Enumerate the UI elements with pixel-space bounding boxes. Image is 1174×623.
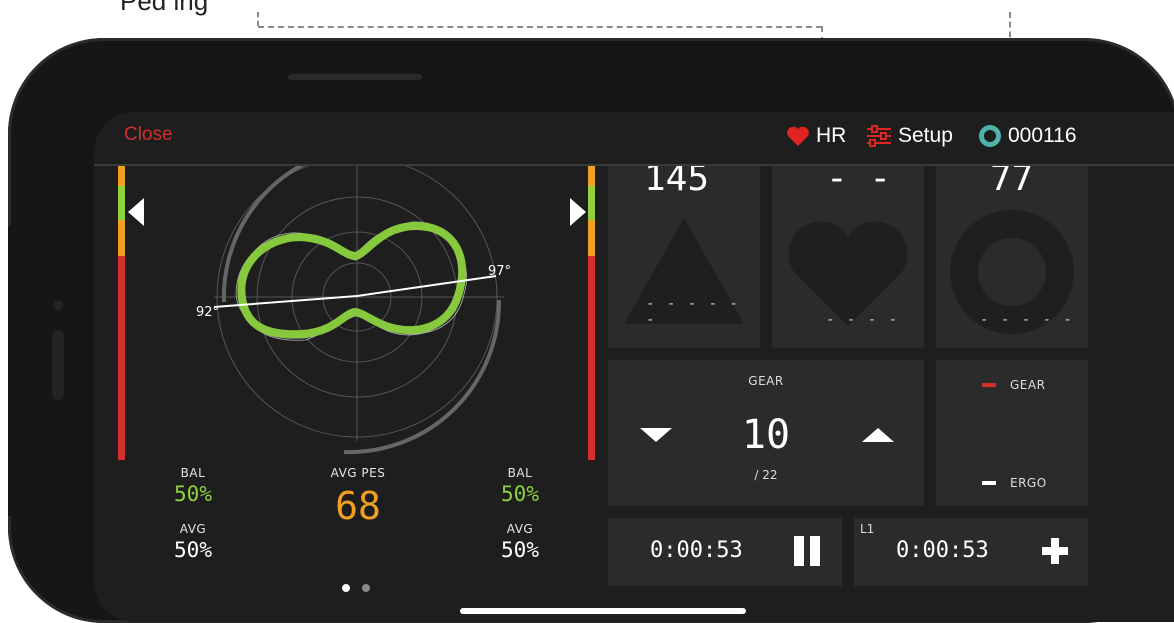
lap-label: L1: [860, 522, 875, 536]
power-dashes: - - - - - -: [646, 296, 740, 328]
elapsed-time: 0:00:53: [650, 538, 743, 563]
mode-ergo-row[interactable]: ERGO: [982, 476, 1047, 490]
lap-time: 0:00:53: [896, 538, 989, 563]
gear-tile: GEAR 10 / 22: [608, 360, 924, 506]
phone-camera: [53, 300, 63, 310]
pedaling-polar-chart: 92° 97°: [196, 166, 511, 455]
mode-gear-label: GEAR: [1010, 378, 1046, 392]
page-indicator-active[interactable]: [342, 584, 350, 592]
angle-right-label: 97°: [488, 264, 511, 279]
top-bar: Close HR Setup 000116: [94, 112, 1174, 166]
previous-arrow-icon[interactable]: [128, 198, 144, 226]
angle-left-label: 92°: [196, 305, 219, 320]
phone-speaker: [52, 330, 64, 400]
avg-pes-label: AVG PES: [330, 466, 386, 480]
left-avg-label: AVG: [179, 522, 207, 536]
mode-ergo-swatch: [982, 481, 996, 485]
ring-icon: [979, 125, 1001, 147]
hr-label: HR: [816, 124, 847, 147]
phone-top-button: [288, 74, 422, 80]
right-avg-label: AVG: [506, 522, 534, 536]
setup-button[interactable]: Setup: [866, 124, 953, 148]
heart-rate-dashes: - - - -: [826, 312, 900, 328]
right-bal-value: 50%: [501, 482, 539, 506]
heart-icon: [787, 126, 809, 146]
setup-label: Setup: [898, 124, 953, 147]
plus-icon[interactable]: [1042, 538, 1068, 564]
cadence-tile[interactable]: 77 - - - - -: [936, 166, 1088, 348]
heart-rate-tile[interactable]: - - - - - -: [772, 166, 924, 348]
left-balance-bar: [118, 166, 125, 460]
right-bal-label: BAL: [507, 466, 533, 480]
device-id: 000116: [1008, 124, 1077, 147]
cadence-value: 77: [990, 166, 1034, 199]
right-balance-bar: [588, 166, 595, 460]
hr-button[interactable]: HR: [786, 124, 846, 148]
mode-gear-swatch: [982, 383, 996, 387]
heart-rate-value: - -: [826, 166, 892, 199]
device-button[interactable]: 000116: [978, 124, 1077, 148]
next-arrow-icon[interactable]: [570, 198, 586, 226]
gear-total: / 22: [754, 468, 778, 482]
mode-tile[interactable]: GEAR ERGO: [936, 360, 1088, 506]
close-button[interactable]: Close: [124, 124, 173, 146]
cadence-dashes: - - - - -: [980, 312, 1074, 328]
app-screen: Close HR Setup 000116 92° 97° BAL 50% AV…: [94, 112, 1174, 622]
sliders-icon: [867, 125, 891, 147]
power-tile[interactable]: 145 - - - - - -: [608, 166, 760, 348]
phone-notch: [8, 226, 90, 516]
power-value: 145: [644, 166, 710, 199]
callout-label: Ped ing: [120, 0, 209, 16]
avg-pes-value: 68: [335, 484, 381, 528]
mode-ergo-label: ERGO: [1010, 476, 1047, 490]
right-avg-value: 50%: [501, 538, 539, 562]
callout-leader-horizontal: [258, 26, 822, 28]
left-bal-label: BAL: [180, 466, 206, 480]
phone-frame: Close HR Setup 000116 92° 97° BAL 50% AV…: [8, 38, 1174, 623]
gear-label: GEAR: [748, 374, 784, 388]
callout-leader-left-stub: [257, 12, 259, 26]
pause-icon[interactable]: [794, 536, 822, 566]
lap-timer-tile: L1 0:00:53: [854, 518, 1088, 586]
elapsed-timer-tile: 0:00:53: [608, 518, 842, 586]
gear-up-icon[interactable]: [862, 428, 894, 442]
left-avg-value: 50%: [174, 538, 212, 562]
page-indicator-inactive[interactable]: [362, 584, 370, 592]
left-bal-value: 50%: [174, 482, 212, 506]
mode-gear-row[interactable]: GEAR: [982, 378, 1045, 392]
